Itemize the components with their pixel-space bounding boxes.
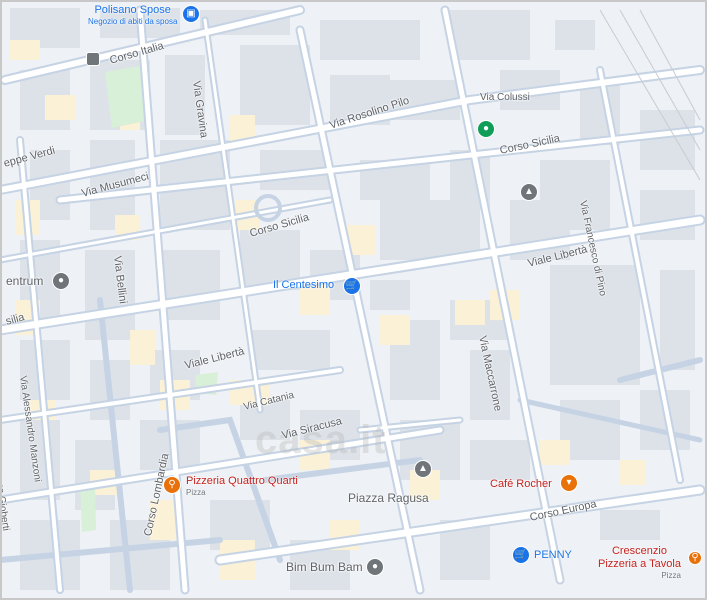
shopping-bag-icon[interactable]: ▣	[182, 5, 200, 23]
place-pin-icon[interactable]: ●	[52, 272, 70, 290]
bus-stop-icon[interactable]	[86, 52, 100, 66]
fork-knife-icon[interactable]: ⚲	[688, 551, 702, 565]
poi-crescenzio[interactable]: Crescenzio Pizzeria a Tavola Pizza	[598, 545, 681, 580]
poi-pizzeria-quattro-quarti[interactable]: Pizzeria Quattro Quarti Pizza	[186, 475, 298, 497]
school-icon[interactable]: ▲	[414, 460, 432, 478]
shopping-cart-icon[interactable]: 🛒	[512, 546, 530, 564]
street-label-via-colussi: Via Colussi	[480, 92, 530, 103]
poi-crescenzio-name-line1: Crescenzio	[611, 545, 667, 557]
place-marker-icon[interactable]: ●	[477, 120, 495, 138]
poi-crescenzio-category: Pizza	[661, 571, 681, 580]
poi-polisano-spose[interactable]: Polisano Spose Negozio di abiti da sposa	[88, 4, 177, 26]
poi-polisano-spose-name: Polisano Spose	[94, 4, 171, 16]
place-label-piazza-ragusa: Piazza Ragusa	[348, 491, 429, 505]
poi-il-centesimo[interactable]: Il Centesimo	[273, 279, 334, 292]
map-base-layer	[0, 5, 706, 595]
fork-knife-icon[interactable]: ⚲	[163, 476, 181, 494]
poi-polisano-spose-category: Negozio di abiti da sposa	[88, 17, 178, 26]
poi-penny[interactable]: PENNY	[534, 549, 572, 562]
map-view[interactable]: casa.it Corso Italia Via Gravina Via Ros…	[0, 0, 707, 600]
poi-crescenzio-name-line2: Pizzeria a Tavola	[598, 558, 681, 570]
poi-penny-name: PENNY	[534, 549, 572, 561]
poi-pizzeria-quattro-quarti-name: Pizzeria Quattro Quarti	[186, 475, 298, 487]
poi-pizzeria-quattro-quarti-category: Pizza	[186, 488, 206, 497]
poi-il-centesimo-name: Il Centesimo	[273, 279, 335, 291]
poi-cafe-rocher[interactable]: Café Rocher	[490, 478, 552, 491]
shopping-cart-icon[interactable]: 🛒	[343, 277, 361, 295]
place-label-centrum: entrum	[6, 274, 44, 288]
poi-cafe-rocher-name: Café Rocher	[490, 478, 552, 490]
cocktail-icon[interactable]: ▾	[560, 474, 578, 492]
place-label-bim-bum-bam: Bim Bum Bam	[286, 560, 363, 574]
school-icon[interactable]: ▲	[520, 183, 538, 201]
place-pin-icon[interactable]: ●	[366, 558, 384, 576]
